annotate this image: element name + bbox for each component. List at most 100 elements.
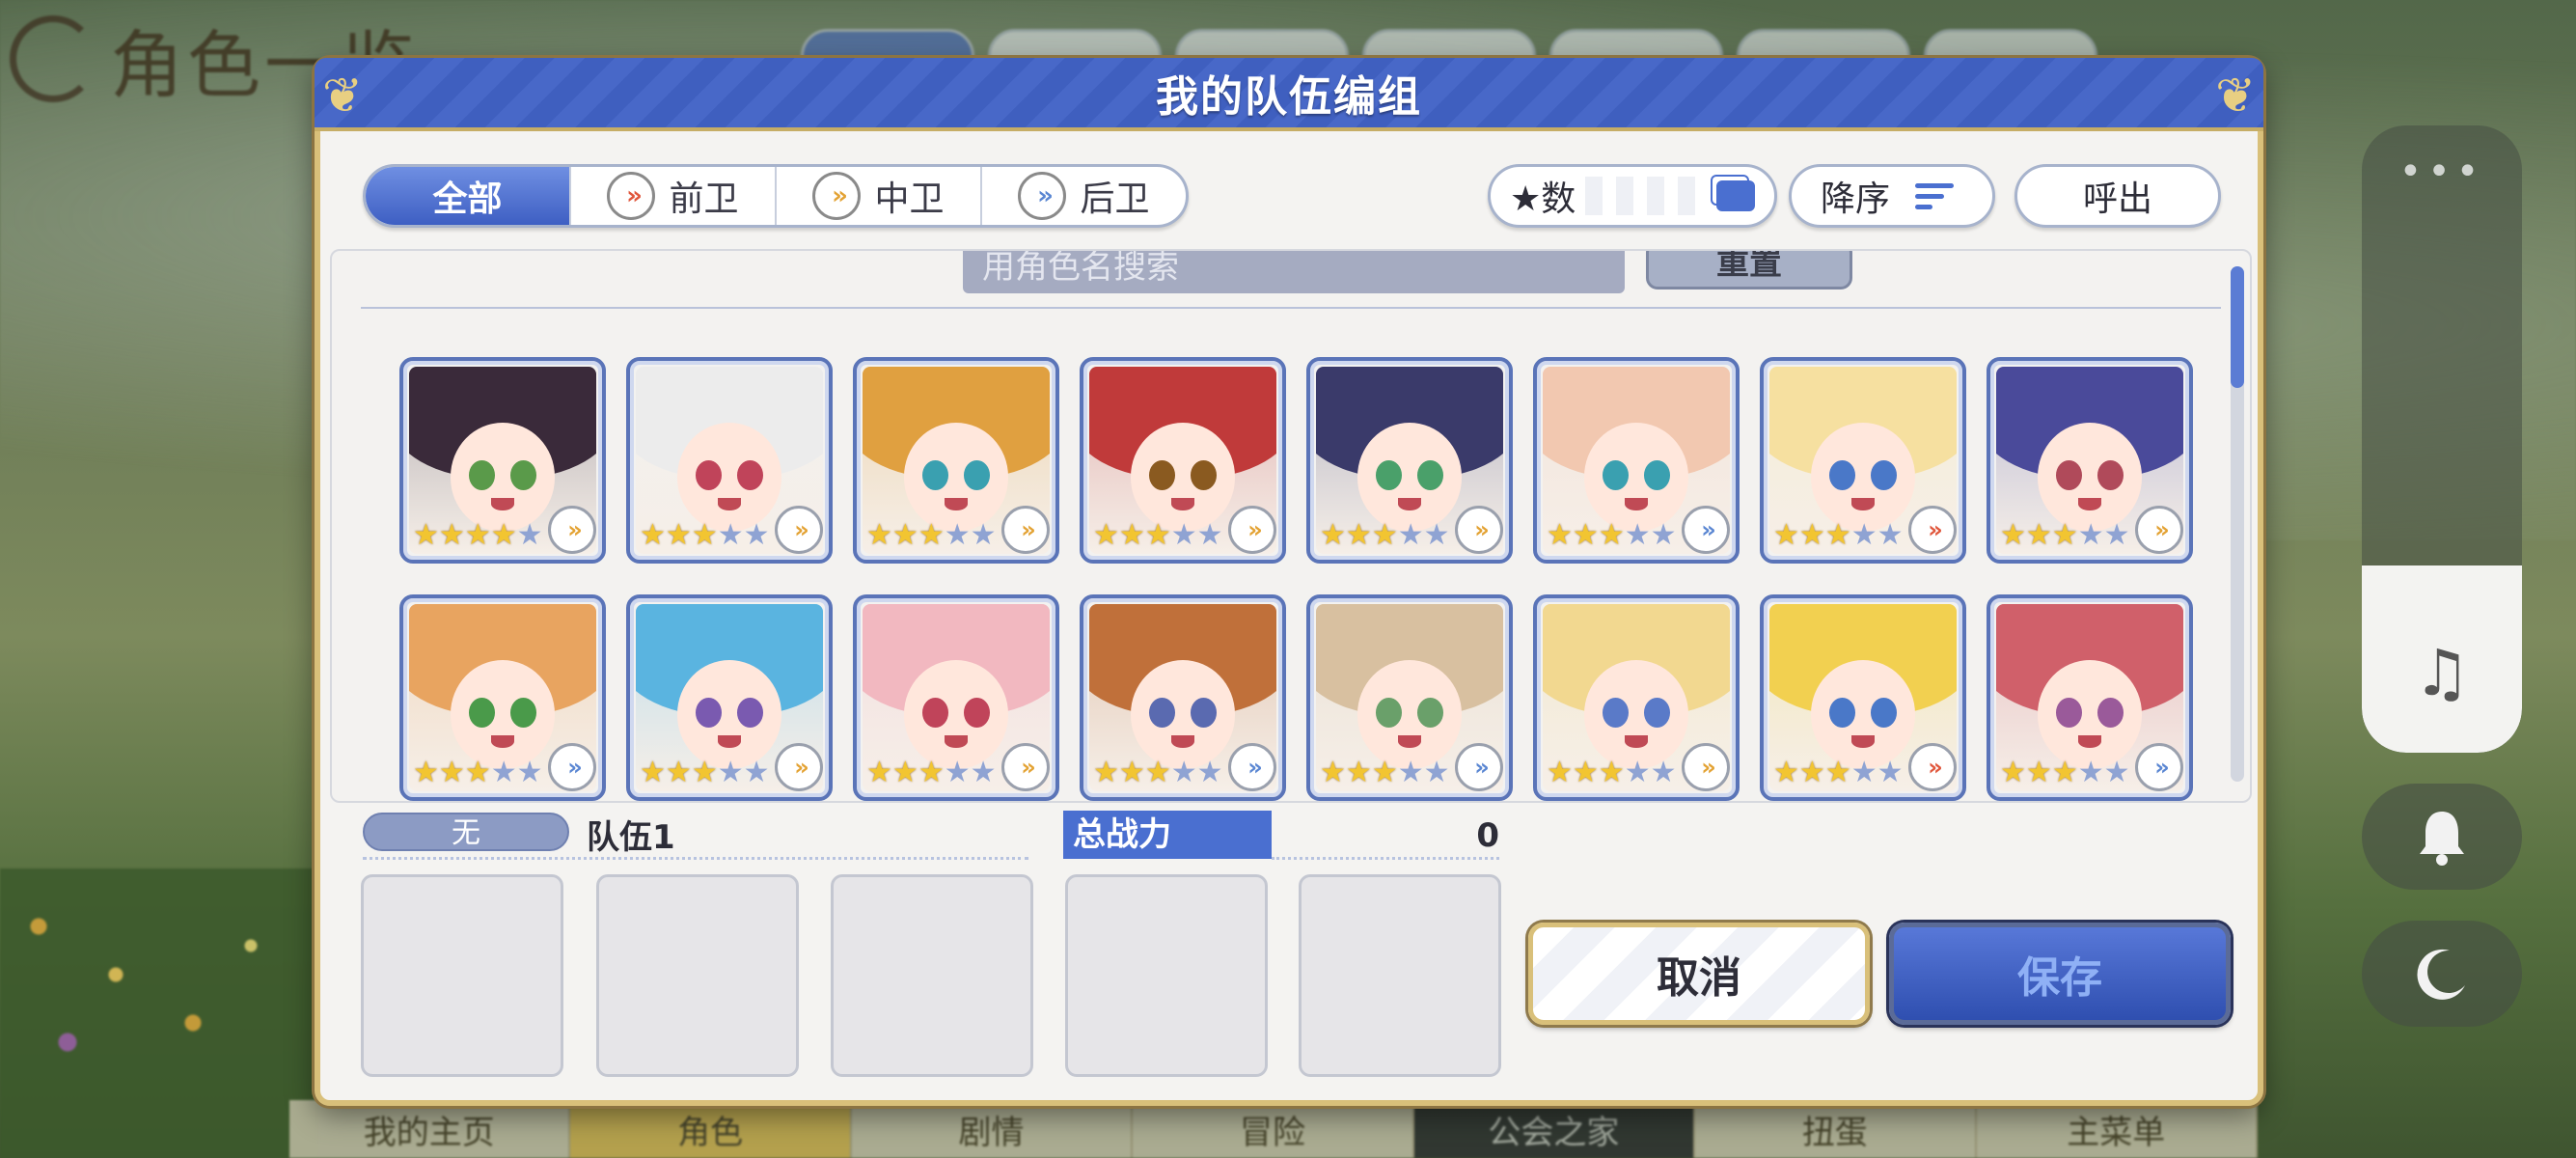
star-filled-icon: ★ — [1598, 756, 1625, 789]
character-face — [903, 423, 1009, 532]
character-card[interactable]: ★ ★ ★ ★ ★» — [1987, 594, 2193, 801]
star-filled-icon: ★ — [2025, 756, 2052, 789]
character-card[interactable]: ★ ★ ★ ★ ★» — [853, 594, 1059, 801]
mid-role-icon: » — [1228, 506, 1276, 554]
star-empty-icon: ★ — [944, 518, 971, 552]
order-button[interactable]: 降序 — [1789, 164, 1995, 228]
cancel-button[interactable]: 取消 — [1528, 923, 1870, 1025]
character-face — [1130, 660, 1236, 769]
team-name[interactable]: 队伍1 — [587, 811, 675, 858]
list-scrollbar[interactable] — [2231, 266, 2244, 782]
star-filled-icon: ★ — [1572, 756, 1599, 789]
star-filled-icon: ★ — [918, 518, 945, 552]
character-card[interactable]: ★ ★ ★ ★ ★» — [626, 594, 833, 801]
tab-front[interactable]: » 前卫 — [571, 167, 777, 225]
character-card[interactable]: ★ ★ ★ ★ ★» — [1533, 357, 1740, 564]
star-filled-icon: ★ — [1345, 756, 1372, 789]
team-slot-1[interactable] — [361, 874, 563, 1077]
character-eye — [1643, 460, 1670, 491]
back-role-icon: » — [1018, 172, 1067, 220]
character-card[interactable]: ★ ★ ★ ★ ★» — [1760, 594, 1966, 801]
character-eye — [2096, 698, 2124, 729]
star-filled-icon: ★ — [1773, 518, 1799, 552]
character-card[interactable]: ★ ★ ★ ★ ★» — [1760, 357, 1966, 564]
star-empty-icon: ★ — [1877, 518, 1904, 552]
star-rating: ★ ★ ★ ★ ★ — [1320, 758, 1450, 787]
team-slot-2[interactable] — [596, 874, 799, 1077]
character-face — [1810, 423, 1916, 532]
star-empty-icon: ★ — [743, 756, 770, 789]
character-face — [1810, 660, 1916, 769]
reset-button[interactable]: 重置 — [1646, 251, 1852, 290]
tab-all[interactable]: 全部 — [366, 167, 571, 225]
character-eye — [963, 698, 990, 729]
team-slot-5[interactable] — [1299, 874, 1501, 1077]
star-filled-icon: ★ — [1773, 756, 1799, 789]
divider — [361, 307, 2221, 309]
star-rating: ★ ★ ★ ★ ★ — [866, 758, 997, 787]
character-face — [1583, 423, 1689, 532]
bell-icon — [2420, 812, 2464, 866]
search-input[interactable]: 用角色名搜索 — [963, 251, 1625, 293]
character-card[interactable]: ★ ★ ★ ★ ★» — [1306, 594, 1513, 801]
character-card[interactable]: ★ ★ ★ ★ ★» — [1080, 357, 1286, 564]
mid-role-icon: » — [1682, 743, 1730, 791]
star-rating: ★ ★ ★ ★ ★ — [640, 521, 770, 550]
star-filled-icon: ★ — [2051, 756, 2078, 789]
star-filled-icon: ★ — [1144, 756, 1171, 789]
star-rating: ★ ★ ★ ★ ★ — [2000, 758, 2130, 787]
character-eye — [1190, 460, 1217, 491]
tab-mid[interactable]: » 中卫 — [777, 167, 982, 225]
call-button[interactable]: 呼出 — [2014, 164, 2221, 228]
character-card[interactable]: ★ ★ ★ ★ ★» — [1533, 594, 1740, 801]
star-filled-icon: ★ — [1345, 518, 1372, 552]
star-rating: ★ ★ ★ ★ ★ — [1093, 521, 1223, 550]
character-face — [1357, 660, 1463, 769]
total-power-label: 总战力 — [1063, 811, 1272, 859]
role-filter-tabs: 全部 » 前卫 » 中卫 » 后卫 — [363, 164, 1189, 228]
star-filled-icon: ★ — [438, 756, 465, 789]
star-filled-icon: ★ — [891, 518, 918, 552]
mid-role-icon: » — [1001, 506, 1050, 554]
character-card[interactable]: ★ ★ ★ ★ ★» — [853, 357, 1059, 564]
back-role-icon: » — [2135, 743, 2183, 791]
total-power-value: 0 — [1476, 816, 1499, 855]
background-flowers — [0, 868, 318, 1158]
star-filled-icon: ★ — [665, 518, 692, 552]
star-empty-icon: ★ — [1196, 756, 1223, 789]
button-pattern — [1585, 177, 1707, 215]
character-eye — [1870, 698, 1897, 729]
mid-role-icon: » — [1001, 743, 1050, 791]
star-empty-icon: ★ — [2103, 756, 2130, 789]
character-card[interactable]: ★ ★ ★ ★ ★» — [1306, 357, 1513, 564]
team-slot-4[interactable] — [1065, 874, 1268, 1077]
character-card[interactable]: ★ ★ ★ ★ ★» — [399, 594, 606, 801]
character-list[interactable]: 用角色名搜索 重置 ★ ★ ★ ★ ★» ★ ★ ★ ★ ★» ★ ★ ★ ★ ★» ★ ★ ★ ★ ★» ★ ★ ★ ★ ★»… — [330, 249, 2252, 803]
back-role-icon: » — [1682, 506, 1730, 554]
character-eye — [736, 698, 763, 729]
star-filled-icon: ★ — [1093, 518, 1119, 552]
star-filled-icon: ★ — [1371, 756, 1398, 789]
character-card[interactable]: ★ ★ ★ ★ ★» — [1080, 594, 1286, 801]
star-rating: ★ ★ ★ ★ ★ — [413, 521, 543, 550]
team-slot-3[interactable] — [831, 874, 1033, 1077]
order-label: 降序 — [1821, 179, 1891, 219]
ornament-right-icon: ❦ — [2215, 68, 2256, 124]
star-filled-icon: ★ — [438, 518, 465, 552]
volume-slider[interactable]: ••• ♫ — [2362, 125, 2522, 753]
mid-role-icon: » — [548, 506, 596, 554]
more-dots-icon[interactable]: ••• — [2362, 152, 2522, 191]
tab-back[interactable]: » 后卫 — [982, 167, 1186, 225]
team-edit-dialog: ❦ 我的队伍编组 ❦ 全部 » 前卫 » 中卫 » 后卫 ★数 降序 呼出 用角… — [315, 58, 2263, 1106]
star-empty-icon: ★ — [516, 756, 543, 789]
character-card[interactable]: ★ ★ ★ ★ ★» — [1987, 357, 2193, 564]
character-card[interactable]: ★ ★ ★ ★ ★» — [626, 357, 833, 564]
dark-mode-button[interactable] — [2362, 921, 2522, 1027]
star-filled-icon: ★ — [866, 756, 892, 789]
save-button[interactable]: 保存 — [1889, 923, 2231, 1025]
scrollbar-thumb[interactable] — [2231, 266, 2244, 388]
star-filled-icon: ★ — [1598, 518, 1625, 552]
character-card[interactable]: ★ ★ ★ ★ ★» — [399, 357, 606, 564]
star-sort-button[interactable]: ★数 — [1488, 164, 1777, 228]
bell-button[interactable] — [2362, 784, 2522, 890]
